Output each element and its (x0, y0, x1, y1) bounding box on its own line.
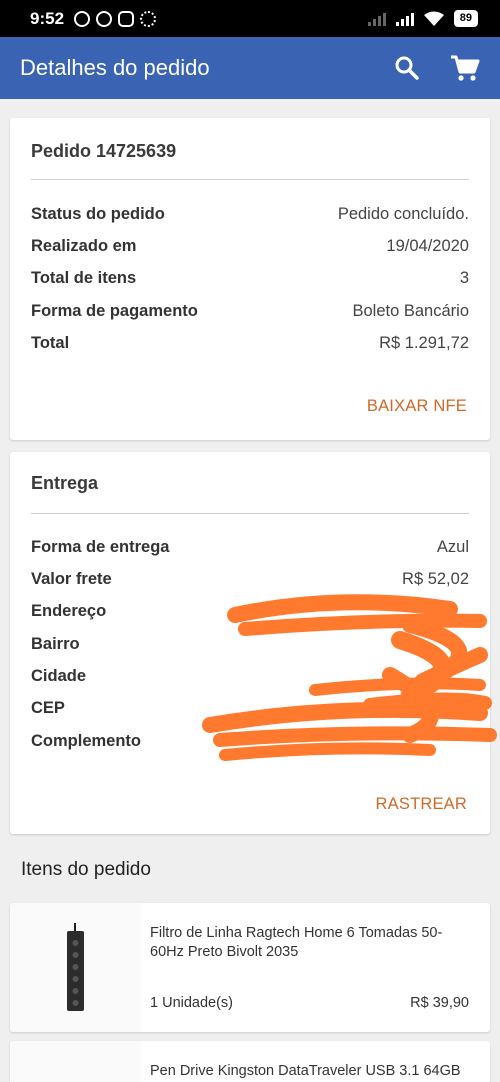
order-title: Pedido 14725639 (31, 141, 177, 161)
search-icon[interactable] (394, 55, 420, 81)
item-name: Filtro de Linha Ragtech Home 6 Tomadas 5… (150, 925, 443, 960)
power-strip-image (67, 923, 84, 1011)
row-label: Forma de entrega (31, 538, 170, 556)
instagram-icon (118, 10, 135, 27)
status-time: 9:52 (30, 8, 65, 28)
row-label: Forma de pagamento (31, 302, 198, 320)
alarm-icon (74, 10, 91, 27)
row-value: Pedido concluído. (337, 205, 469, 223)
order-card: Pedido 14725639 Status do pedido Pedido … (10, 118, 490, 440)
row-value: 19/04/2020 (386, 237, 469, 255)
divider (31, 179, 469, 180)
list-item[interactable]: Pen Drive Kingston DataTraveler USB 3.1 … (10, 1041, 490, 1082)
items-section-title: Itens do pedido (21, 859, 151, 880)
order-row-status: Status do pedido Pedido concluído. (31, 205, 469, 224)
page-title: Detalhes do pedido (20, 55, 210, 80)
order-row-payment: Forma de pagamento Boleto Bancário (31, 302, 469, 321)
delivery-row-method: Forma de entrega Azul (31, 538, 469, 557)
product-image (10, 903, 141, 1032)
track-button[interactable]: RASTREAR (376, 795, 467, 814)
item-price: R$ 39,90 (410, 995, 469, 1011)
signal-icon-sim1 (395, 12, 414, 26)
item-quantity: 1 Unidade(s) (150, 995, 234, 1011)
cart-icon[interactable] (450, 54, 480, 82)
hotspot-icon (140, 10, 157, 27)
whatsapp-icon (96, 10, 113, 27)
order-row-date: Realizado em 19/04/2020 (31, 237, 469, 256)
row-value: Boleto Bancário (352, 302, 470, 320)
app-bar: Detalhes do pedido (0, 37, 500, 99)
product-image (10, 1041, 141, 1082)
status-bar: 9:52 89 (0, 0, 500, 37)
row-label: Realizado em (31, 237, 137, 255)
row-value: Azul (436, 538, 469, 556)
row-value: R$ 1.291,72 (379, 334, 469, 352)
row-label: Total (31, 334, 70, 352)
redaction-scribble (202, 594, 497, 761)
delivery-title: Entrega (31, 473, 99, 493)
battery-icon: 89 (453, 10, 478, 27)
download-nfe-button[interactable]: BAIXAR NFE (367, 397, 467, 416)
item-name: Pen Drive Kingston DataTraveler USB 3.1 … (150, 1063, 461, 1079)
list-item[interactable]: Filtro de Linha Ragtech Home 6 Tomadas 5… (10, 903, 490, 1032)
order-row-total: Total R$ 1.291,72 (31, 334, 469, 353)
wifi-icon (423, 11, 444, 26)
signal-icon-sim2 (367, 12, 386, 26)
row-value: 3 (459, 269, 469, 287)
row-label: Status do pedido (31, 205, 165, 223)
row-label: Total de itens (31, 269, 137, 287)
order-row-item-count: Total de itens 3 (31, 269, 469, 288)
notification-icons (74, 10, 157, 27)
divider (31, 513, 469, 514)
